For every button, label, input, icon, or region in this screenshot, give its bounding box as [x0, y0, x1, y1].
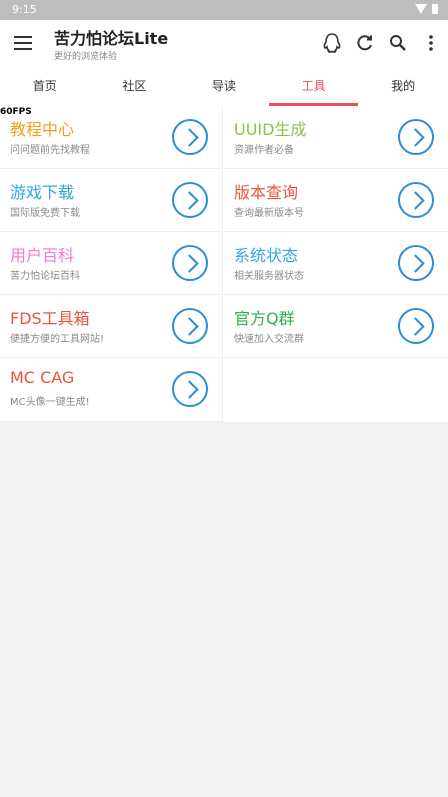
tool-mc-cag[interactable]: MC CAG MC头像一键生成!: [0, 358, 223, 422]
chevron-right-icon[interactable]: [172, 182, 208, 218]
tab-community[interactable]: 社区: [90, 66, 180, 106]
status-icons: [415, 4, 438, 14]
chevron-right-icon[interactable]: [172, 119, 208, 155]
tool-subtitle: 查询最新版本号: [234, 208, 304, 219]
tool-subtitle: 资源作者必备: [234, 145, 294, 156]
tool-subtitle: 便捷方便的工具网站!: [10, 334, 105, 345]
tool-subtitle: 苦力怕论坛百科: [10, 271, 80, 282]
tool-title: 游戏下载: [10, 183, 75, 202]
tool-title: MC CAG: [10, 368, 75, 387]
battery-icon: [432, 4, 438, 14]
tab-tools[interactable]: 工具: [269, 66, 359, 106]
tab-guide[interactable]: 导读: [179, 66, 269, 106]
tool-subtitle: 快速加入交流群: [234, 334, 304, 345]
tool-subtitle: MC头像一键生成!: [10, 397, 90, 408]
tool-tutorial-center[interactable]: 教程中心 问问题前先找教程: [0, 106, 223, 169]
tool-uuid-generator[interactable]: UUID生成 资源作者必备: [224, 106, 448, 169]
chevron-right-icon[interactable]: [398, 308, 434, 344]
fps-counter: 60FPS: [0, 107, 32, 117]
tab-mine[interactable]: 我的: [358, 66, 448, 106]
chevron-right-icon[interactable]: [398, 182, 434, 218]
chevron-right-icon[interactable]: [172, 245, 208, 281]
chevron-right-icon[interactable]: [398, 119, 434, 155]
more-vert-icon[interactable]: [419, 31, 443, 55]
chevron-right-icon[interactable]: [172, 308, 208, 344]
tool-title: 版本查询: [234, 183, 299, 202]
app-bar: 苦力怕论坛Lite 更好的浏览体验: [0, 20, 448, 66]
tool-title: UUID生成: [234, 120, 307, 139]
tool-subtitle: 问问题前先找教程: [10, 145, 90, 156]
empty-cell: [224, 358, 448, 422]
tool-subtitle: 国际版免费下载: [10, 208, 80, 219]
app-title: 苦力怕论坛Lite: [54, 29, 169, 48]
refresh-icon[interactable]: [353, 31, 377, 55]
qq-icon[interactable]: [320, 31, 344, 55]
tool-title: 用户百科: [10, 246, 75, 265]
status-time: 9:15: [12, 3, 37, 16]
tool-fds-toolbox[interactable]: FDS工具箱 便捷方便的工具网站!: [0, 295, 223, 358]
tool-title: 教程中心: [10, 120, 75, 139]
tool-subtitle: 相关服务器状态: [234, 271, 304, 282]
search-icon[interactable]: [386, 31, 410, 55]
tool-official-qq-group[interactable]: 官方Q群 快速加入交流群: [224, 295, 448, 358]
tool-system-status[interactable]: 系统状态 相关服务器状态: [224, 232, 448, 295]
tool-title: FDS工具箱: [10, 309, 90, 328]
tool-title: 官方Q群: [234, 309, 295, 328]
tool-user-wiki[interactable]: 用户百科 苦力怕论坛百科: [0, 232, 223, 295]
tool-title: 系统状态: [234, 246, 299, 265]
tab-bar: 首页 社区 导读 工具 我的: [0, 66, 448, 106]
tab-home[interactable]: 首页: [0, 66, 90, 106]
tools-grid: 教程中心 问问题前先找教程 UUID生成 资源作者必备 游戏下载 国际版免费下载…: [0, 106, 448, 422]
chevron-right-icon[interactable]: [398, 245, 434, 281]
tool-version-query[interactable]: 版本查询 查询最新版本号: [224, 169, 448, 232]
status-bar: 9:15: [0, 0, 448, 20]
tool-game-download[interactable]: 游戏下载 国际版免费下载: [0, 169, 223, 232]
chevron-right-icon[interactable]: [172, 371, 208, 407]
menu-icon[interactable]: [14, 36, 32, 50]
wifi-icon: [415, 4, 427, 14]
app-subtitle: 更好的浏览体验: [54, 52, 118, 62]
